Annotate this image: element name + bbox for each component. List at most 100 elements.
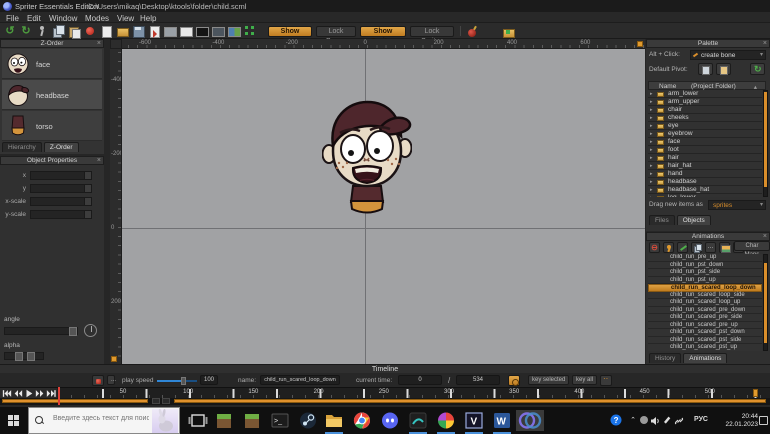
spinner-icon[interactable] [84,172,91,179]
toolbar-icon[interactable] [244,25,256,37]
toolbar-icon[interactable] [52,25,64,37]
delete-all-icon[interactable] [466,26,478,38]
refresh-button[interactable] [750,63,765,75]
link-tray-icon[interactable] [674,416,684,428]
lock-bones-button[interactable]: Lock Bones [316,26,356,37]
angle-slider[interactable] [4,327,78,335]
word-icon[interactable]: W [490,410,514,431]
tab-objects[interactable]: Objects [677,215,711,225]
toolbar-icon[interactable] [100,25,112,37]
first-frame-button[interactable] [2,389,12,398]
timeline-ruler[interactable]: 50100150200250300350400450500 [57,387,770,398]
zorder-item-face[interactable]: face [2,49,102,79]
alpha-slider-handle[interactable] [15,352,23,361]
animation-item[interactable]: child_run_pst_down [648,262,762,270]
animation-item[interactable]: child_run_scared_pre_down [648,307,762,315]
total-time-field[interactable]: 534 [456,375,500,385]
expand-arrow-icon[interactable]: ▸ [650,138,653,146]
expand-arrow-icon[interactable]: ▸ [650,186,653,194]
chevron-up-icon[interactable]: ⌃ [630,416,636,424]
angle-slider-handle[interactable] [69,327,77,336]
toolbar-icon[interactable] [164,25,176,37]
close-icon[interactable]: × [763,40,767,48]
scrollbar-thumb[interactable] [764,263,767,343]
paint-icon[interactable] [434,410,458,431]
chrome-icon[interactable] [350,410,374,431]
toolbar-icon[interactable] [116,25,128,37]
close-icon[interactable]: × [97,40,101,48]
steam-tray-icon[interactable] [640,416,648,426]
notification-center-icon[interactable] [759,416,768,425]
zorder-item-torso[interactable]: torso [2,111,102,141]
canvas-pan-marker[interactable] [637,41,643,47]
canvas-pan-marker[interactable] [111,356,117,362]
file-tree-row[interactable]: ▸ eye [648,122,762,130]
previous-key-button[interactable] [13,389,23,398]
toolbar-icon[interactable] [36,25,48,37]
key-frame-icon[interactable] [508,375,520,386]
spriter-taskbar-icon[interactable] [516,410,544,431]
play-button[interactable] [24,389,34,398]
file-tree-row[interactable]: ▸ foot [648,146,762,154]
file-tree-row[interactable]: ▸ chair [648,106,762,114]
expand-arrow-icon[interactable]: ▸ [650,178,653,186]
epic-games-icon[interactable] [406,410,430,431]
toolbar-icon[interactable] [212,25,224,37]
x-scale-field[interactable] [30,197,92,206]
expand-arrow-icon[interactable]: ▸ [650,114,653,122]
animations-toolbar-icon[interactable] [663,242,674,253]
play-speed-handle[interactable] [181,377,186,385]
key-all-button[interactable]: key all [572,375,597,385]
volume-icon[interactable] [650,416,660,428]
spinner-icon[interactable] [84,198,91,205]
toolbar-icon[interactable] [4,25,16,37]
animation-item[interactable]: child_run_pst_up [648,277,762,285]
animation-item[interactable]: child_run_scared_pst_up [648,344,762,351]
animation-item[interactable]: child_run_scared_loop_up [648,299,762,307]
pivot-mode-button[interactable] [698,63,713,75]
animations-toolbar-icon[interactable] [677,242,688,253]
toolbar-icon[interactable] [228,25,240,37]
tab-history[interactable]: History [649,353,681,363]
animation-item[interactable]: child_run_scared_pst_side [648,337,762,345]
animation-item[interactable]: child_run_scared_loop_down [648,284,762,292]
expand-arrow-icon[interactable]: ▸ [650,194,653,197]
file-tree-row[interactable]: ▸ eyebrow [648,130,762,138]
file-tree-row[interactable]: ▸ hand [648,170,762,178]
next-key-button[interactable] [35,389,45,398]
animations-toolbar-icon[interactable] [691,242,702,253]
toolbar-icon[interactable] [68,25,80,37]
tab-zorder[interactable]: Z-Order [44,142,79,152]
start-button[interactable] [0,407,28,434]
scrollbar-thumb[interactable] [174,399,766,403]
tab-animations[interactable]: Animations [683,353,727,363]
scrollbar-thumb[interactable] [764,92,767,187]
animation-item[interactable]: child_run_scared_pre_side [648,314,762,322]
expand-arrow-icon[interactable]: ▸ [650,106,653,114]
file-tree-row[interactable]: ▸ hair_hat [648,162,762,170]
animations-scrollbar[interactable] [763,254,768,351]
timeline-playhead[interactable] [58,387,60,405]
zorder-item-headbase[interactable]: headbase [2,80,102,110]
toolbar-icon[interactable] [196,25,208,37]
taskbar-clock[interactable]: 20:44 22.01.2023 [718,413,758,429]
minecraft-icon[interactable] [212,410,236,431]
key-options-icon[interactable] [600,375,612,386]
animation-canvas[interactable] [122,49,645,364]
toolbar-icon[interactable] [132,25,144,37]
spinner-icon[interactable] [84,211,91,218]
key-selected-button[interactable]: key selected [528,375,569,385]
scroll-button[interactable] [162,398,170,404]
alpha-slider[interactable] [4,352,44,360]
current-time-field[interactable]: 0 [398,375,442,385]
file-tree-row[interactable]: ▸ arm_lower [648,90,762,98]
show-bones-button[interactable]: Show Bones [268,26,312,37]
file-explorer-icon[interactable] [322,410,346,431]
toolbar-icon[interactable] [20,25,32,37]
file-tree-row[interactable]: ▸ headbase [648,178,762,186]
steam-icon[interactable] [296,410,320,431]
close-icon[interactable]: × [763,233,767,241]
alpha-slider-handle[interactable] [27,352,35,361]
angle-dial[interactable] [84,324,97,337]
timeline-scrollbar[interactable] [0,398,770,405]
